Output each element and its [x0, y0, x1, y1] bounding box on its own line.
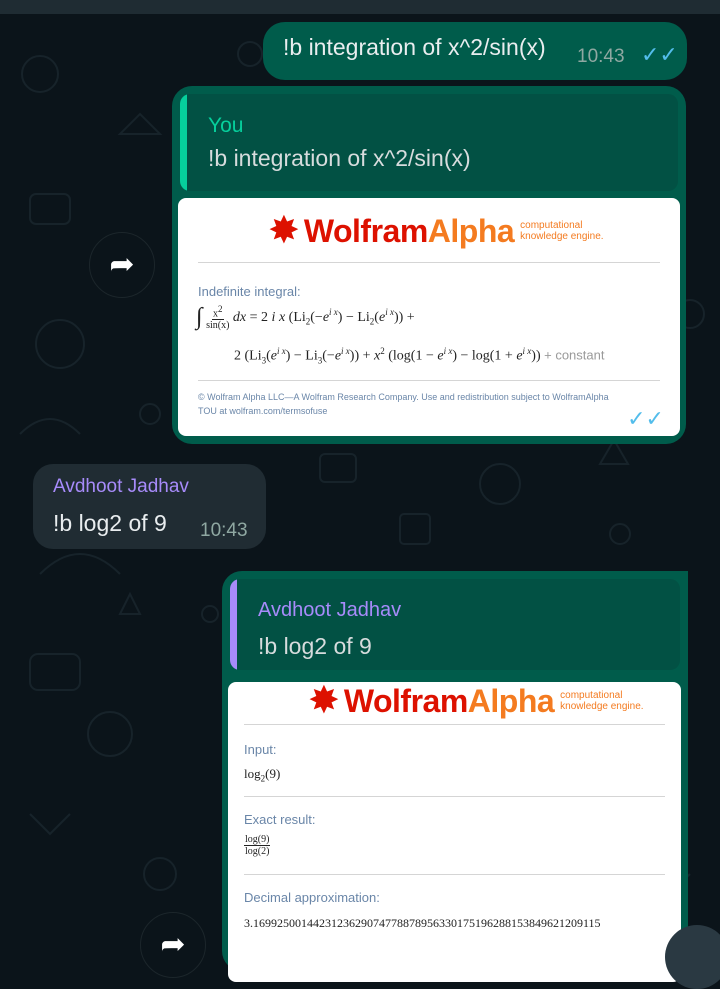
message-time: 10:43 [582, 406, 630, 427]
wolfram-copyright: © Wolfram Alpha LLC—A Wolfram Research C… [198, 390, 609, 418]
pod-title-exact-result: Exact result: [244, 812, 316, 827]
forward-button[interactable]: ➦ [89, 232, 155, 298]
wolfram-logo: ✸ WolframAlpha computational knowledge en… [268, 212, 604, 250]
divider [198, 262, 660, 263]
copyright-line-2: TOU at wolfram.com/termsofuse [198, 406, 328, 416]
integral-formula-line-1: ∫ x2 sin(x) dx = 2 i x (Li2(−ei x) − Li2(… [196, 304, 415, 332]
quote-accent-bar [230, 579, 237, 670]
brand-tagline-1: computational [520, 220, 583, 231]
quote-text: !b integration of x^2/sin(x) [208, 145, 471, 171]
quote-text: !b log2 of 9 [258, 633, 372, 659]
incoming-message-bubble[interactable]: Avdhoot Jadhav !b log2 of 9 10:43 [33, 464, 266, 549]
integral-constant: + constant [544, 347, 605, 363]
outgoing-message-bubble[interactable]: !b integration of x^2/sin(x) 10:43 ✓✓ [263, 22, 687, 80]
exact-denominator: log(2) [245, 846, 270, 857]
divider [244, 874, 665, 875]
scroll-down-button[interactable] [665, 925, 720, 989]
brand-tagline-1: computational [560, 690, 623, 701]
brand-wolfram: Wolfram [303, 212, 428, 249]
divider [198, 380, 660, 381]
copyright-line-1: © Wolfram Alpha LLC—A Wolfram Research C… [198, 392, 609, 402]
exact-result-value: log(9) log(2) [244, 834, 271, 857]
top-status-strip [0, 0, 720, 14]
wolfram-result-image[interactable]: ✸ WolframAlpha computational knowledge en… [228, 682, 681, 982]
sender-name: Avdhoot Jadhav [53, 476, 189, 497]
forward-arrow-icon: ➦ [160, 928, 186, 961]
input-value: log2(9) [244, 766, 280, 784]
brand-alpha: Alpha [467, 682, 555, 719]
brand-wolfram: Wolfram [343, 682, 468, 719]
message-time: 10:43 [200, 520, 248, 541]
brand-tagline-2: knowledge engine. [560, 701, 644, 712]
pod-title-indefinite-integral: Indefinite integral: [198, 284, 301, 299]
quote-author: You [208, 114, 244, 137]
integral-formula-line-2: 2 (Li3(ei x) − Li3(−ei x)) + x2 (log(1 −… [234, 346, 605, 366]
quoted-message[interactable]: Avdhoot Jadhav !b log2 of 9 [230, 579, 680, 670]
wolfram-star-icon: ✸ [308, 682, 340, 722]
read-receipt-icon: ✓✓ [641, 42, 678, 67]
quoted-message[interactable]: You !b integration of x^2/sin(x) [180, 94, 678, 191]
message-text: !b integration of x^2/sin(x) [283, 34, 546, 60]
decimal-value: 3.16992500144231236290747788789563301751… [244, 916, 601, 930]
message-text: !b log2 of 9 [53, 510, 167, 536]
read-receipt-icon: ✓✓ [627, 406, 664, 431]
pod-title-input: Input: [244, 742, 277, 757]
wolfram-result-image[interactable]: ✸ WolframAlpha computational knowledge en… [178, 198, 680, 436]
divider [244, 724, 665, 725]
message-time: 10:43 [577, 46, 625, 67]
quote-author: Avdhoot Jadhav [258, 599, 402, 621]
wolfram-logo: ✸ WolframAlpha computational knowledge en… [308, 682, 644, 720]
pod-title-decimal-approximation: Decimal approximation: [244, 890, 380, 905]
outgoing-reply-bubble[interactable]: Avdhoot Jadhav !b log2 of 9 ✸ WolframAlp… [222, 571, 688, 982]
divider [244, 796, 665, 797]
quote-accent-bar [180, 94, 187, 191]
brand-alpha: Alpha [427, 212, 515, 249]
forward-arrow-icon: ➦ [109, 248, 135, 281]
brand-tagline-2: knowledge engine. [520, 231, 604, 242]
outgoing-reply-bubble[interactable]: You !b integration of x^2/sin(x) ✸ Wolfr… [172, 86, 686, 444]
input-fn: log [244, 766, 261, 781]
input-arg: (9) [265, 766, 281, 781]
exact-numerator: log(9) [244, 834, 271, 846]
forward-button[interactable]: ➦ [140, 912, 206, 978]
wolfram-star-icon: ✸ [268, 210, 300, 252]
